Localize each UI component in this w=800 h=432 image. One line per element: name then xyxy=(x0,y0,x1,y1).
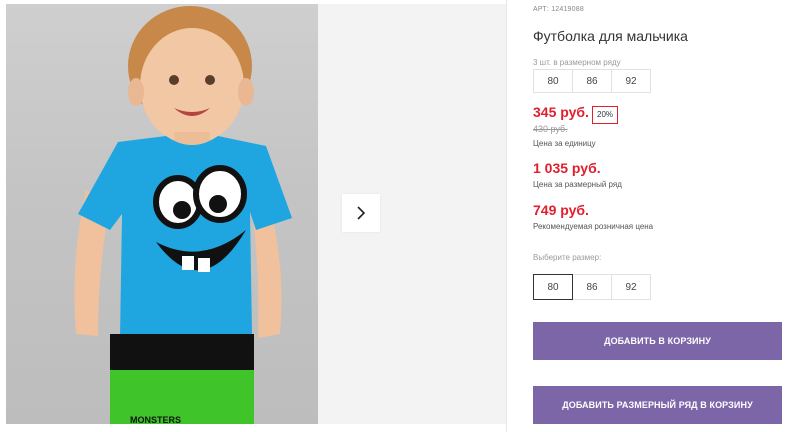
product-gallery: MONSTERS xyxy=(0,0,506,432)
size-option-80[interactable]: 80 xyxy=(533,274,573,300)
gallery-next-button[interactable] xyxy=(342,194,380,232)
choose-size-label: Выберите размер: xyxy=(533,253,602,262)
rrp-price: 749 руб. xyxy=(533,202,589,218)
set-label: 3 шт. в размерном ряду xyxy=(533,58,621,67)
set-sizes: 80 86 92 xyxy=(533,69,651,93)
add-to-cart-button[interactable]: ДОБАВИТЬ В КОРЗИНУ xyxy=(533,322,782,360)
product-photo: MONSTERS xyxy=(6,4,318,424)
size-option-92[interactable]: 92 xyxy=(611,274,651,300)
size-selector: 80 86 92 xyxy=(533,274,651,300)
set-size-cell: 80 xyxy=(533,69,573,93)
unit-price: 345 руб. xyxy=(533,104,589,120)
old-price: 430 руб. xyxy=(533,124,568,134)
set-size-cell: 86 xyxy=(572,69,612,93)
set-size-cell: 92 xyxy=(611,69,651,93)
set-price: 1 035 руб. xyxy=(533,160,601,176)
rrp-caption: Рекомендуемая розничная цена xyxy=(533,222,654,231)
panel-divider xyxy=(506,0,507,432)
size-option-86[interactable]: 86 xyxy=(572,274,612,300)
chevron-right-icon xyxy=(357,206,366,220)
product-title: Футболка для мальчика xyxy=(533,28,688,44)
unit-price-caption: Цена за единицу xyxy=(533,139,596,148)
set-price-caption: Цена за размерный ряд xyxy=(533,180,622,189)
article-number: АРТ: 12419088 xyxy=(533,6,584,13)
shirt-print-text: MONSTERS xyxy=(130,415,181,424)
add-set-to-cart-button[interactable]: ДОБАВИТЬ РАЗМЕРНЫЙ РЯД В КОРЗИНУ xyxy=(533,386,782,424)
discount-badge: 20% xyxy=(592,106,619,124)
boy-in-tshirt-illustration: MONSTERS xyxy=(74,6,292,424)
